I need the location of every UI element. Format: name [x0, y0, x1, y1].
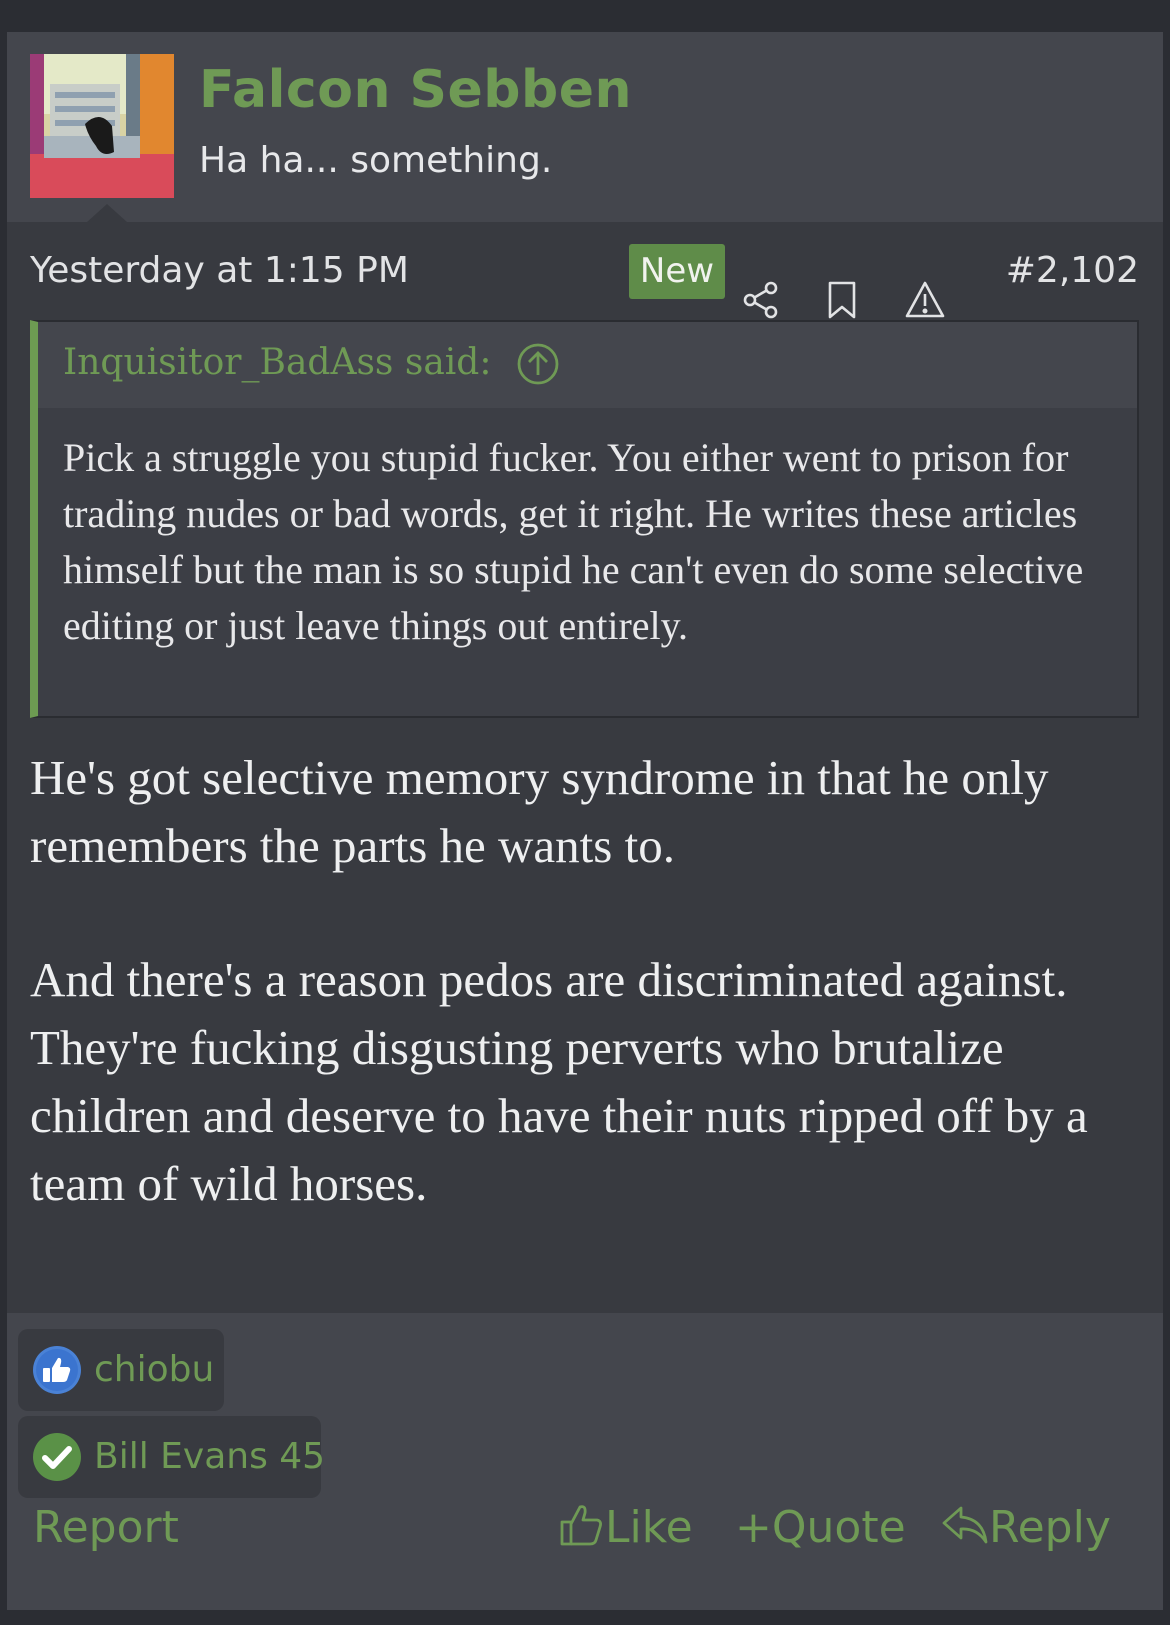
like-label: Like [605, 1502, 693, 1553]
thumbs-up-icon [32, 1345, 82, 1395]
checkmark-icon [32, 1432, 82, 1482]
quote-text: Pick a struggle you stupid fucker. You e… [63, 435, 1084, 648]
report-link[interactable]: Report [33, 1502, 179, 1553]
post-paragraph: He's got selective memory syndrome in th… [30, 750, 1049, 873]
avatar[interactable] [30, 54, 174, 198]
share-icon[interactable] [741, 280, 781, 320]
username[interactable]: Falcon Sebben [199, 60, 632, 120]
post-paragraph: And there's a reason pedos are discrimin… [30, 952, 1088, 1211]
warning-icon[interactable] [905, 280, 945, 320]
header-caret [87, 204, 127, 222]
post-card: Falcon Sebben Ha ha... something. Yester… [7, 32, 1163, 1610]
reaction-user[interactable]: chiobu [94, 1349, 214, 1390]
post-number[interactable]: #2,102 [1006, 250, 1139, 291]
post-body: He's got selective memory syndrome in th… [30, 744, 1140, 1284]
plus-icon: + [735, 1502, 772, 1553]
post-meta: Yesterday at 1:15 PM [7, 222, 1163, 320]
reaction-item[interactable]: Bill Evans 45 [18, 1416, 325, 1498]
user-header: Falcon Sebben Ha ha... something. [7, 32, 1163, 222]
post-timestamp[interactable]: Yesterday at 1:15 PM [30, 250, 409, 291]
new-badge: New [629, 244, 725, 299]
reaction-user[interactable]: Bill Evans 45 [94, 1436, 325, 1477]
reply-label: Reply [989, 1502, 1111, 1553]
user-title: Ha ha... something. [199, 140, 553, 181]
quote-block: Inquisitor_BadAss said: Pick a struggle … [30, 320, 1139, 718]
thumbs-up-outline-icon [559, 1502, 605, 1559]
quote-label: Quote [771, 1502, 906, 1553]
arrow-up-circle-icon[interactable] [516, 342, 560, 386]
quote-button[interactable]: +Quote [735, 1502, 906, 1553]
reply-arrow-icon [941, 1502, 989, 1559]
quote-author[interactable]: Inquisitor_BadAss said: [63, 342, 491, 383]
reactions-footer: chiobu Bill Evans 45 [7, 1313, 1163, 1610]
quote-header: Inquisitor_BadAss said: [38, 322, 1137, 408]
like-button[interactable]: Like [559, 1502, 693, 1559]
reply-button[interactable]: Reply [941, 1502, 1111, 1559]
bookmark-icon[interactable] [822, 280, 862, 320]
reaction-item[interactable]: chiobu [18, 1329, 224, 1411]
